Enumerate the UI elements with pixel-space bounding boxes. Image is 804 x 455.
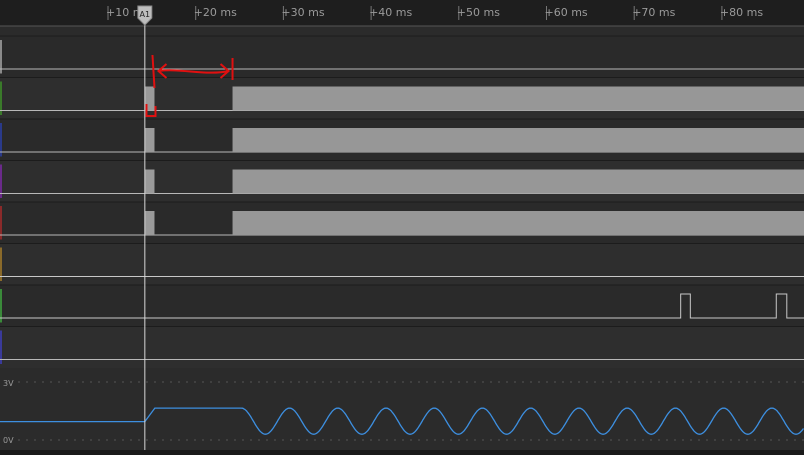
- channel-row: [0, 77, 804, 119]
- timeline-tick-label: +30 ms: [281, 6, 324, 19]
- analog-ylabel-low: 0V: [3, 436, 14, 445]
- channel-activity-block: [232, 86, 804, 111]
- timeline-tick-label: +80 ms: [720, 6, 763, 19]
- channel-row: [0, 118, 804, 161]
- channel-background: [0, 285, 804, 327]
- marker-label: A1: [140, 10, 151, 19]
- channel-row: [0, 35, 804, 78]
- channel-color-tag: [0, 81, 2, 115]
- channel-color-tag: [0, 123, 2, 157]
- channel-row: [0, 284, 804, 327]
- channel-background: [0, 243, 804, 285]
- analog-background: [0, 368, 804, 450]
- channel-row: [0, 201, 804, 244]
- channel-glitch: [144, 169, 155, 194]
- channel-color-tag: [0, 247, 2, 281]
- timeline-tick-label: +70 ms: [632, 6, 675, 19]
- channel-glitch: [144, 128, 155, 152]
- channel-color-tag: [0, 289, 2, 323]
- channel-color-tag: [0, 206, 2, 240]
- logic-analyzer-view[interactable]: +10 ms +20 ms +30 ms +40 ms +50 ms +60 ms +70 …: [0, 0, 804, 450]
- waveform-canvas[interactable]: +10 ms +20 ms +30 ms +40 ms +50 ms +60 ms +70 …: [0, 0, 804, 450]
- channel-activity-block: [232, 128, 804, 152]
- analog-ylabel-high: 3V: [3, 379, 14, 388]
- channel-background: [0, 36, 804, 78]
- timeline-tick-label: +40 ms: [369, 6, 412, 19]
- channel-color-tag: [0, 40, 2, 74]
- analog-channel: 3V 0V: [0, 368, 804, 450]
- channel-color-tag: [0, 164, 2, 198]
- timeline-tick-label: +60 ms: [545, 6, 588, 19]
- channel-color-tag: [0, 330, 2, 364]
- channel-activity-block: [232, 211, 804, 235]
- channel-row: [0, 243, 804, 285]
- channel-glitch: [144, 211, 155, 235]
- digital-channels: [0, 35, 804, 368]
- timeline-ruler[interactable]: +10 ms +20 ms +30 ms +40 ms +50 ms +60 ms +70 …: [0, 0, 804, 27]
- channel-background: [0, 326, 804, 368]
- timeline-tick-label: +50 ms: [457, 6, 500, 19]
- channel-activity-block: [232, 169, 804, 194]
- timeline-tick-label: +20 ms: [194, 6, 237, 19]
- channel-row: [0, 326, 804, 368]
- channel-row: [0, 160, 804, 202]
